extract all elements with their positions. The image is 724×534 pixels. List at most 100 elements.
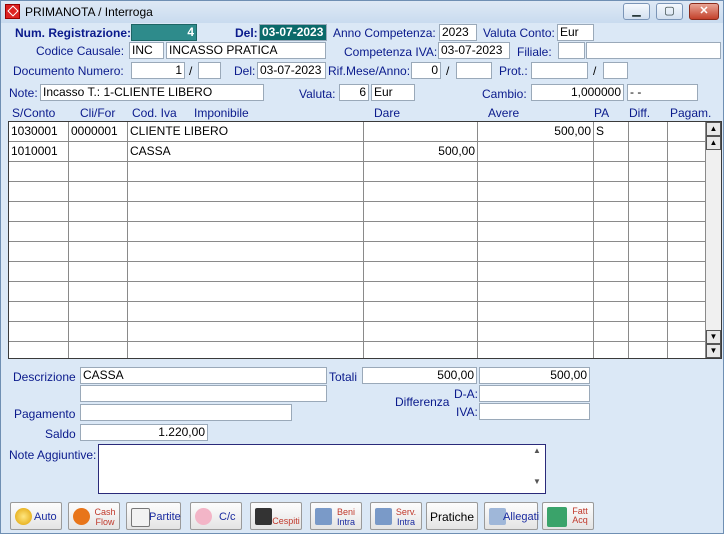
empty-cell[interactable]	[128, 242, 364, 261]
empty-cell[interactable]	[364, 202, 478, 221]
empty-cell[interactable]	[668, 342, 706, 358]
scroll-up-icon[interactable]: ▲	[706, 136, 721, 150]
scroll-down-icon[interactable]: ▼	[706, 330, 721, 344]
cell-codiva[interactable]: CASSA	[128, 142, 364, 161]
cell-clifor[interactable]: 0000001	[69, 122, 128, 141]
empty-cell[interactable]	[364, 242, 478, 261]
competenza-iva-field[interactable]: 03-07-2023	[438, 42, 510, 59]
cell-avere[interactable]	[478, 142, 594, 161]
empty-cell[interactable]	[668, 282, 706, 301]
empty-cell[interactable]	[478, 282, 594, 301]
table-row[interactable]: 1010001 CASSA 500,00	[9, 142, 706, 162]
descrizione-field[interactable]: CASSA	[80, 367, 327, 384]
documento-numero-field[interactable]: 1	[131, 62, 185, 79]
empty-cell[interactable]	[629, 302, 668, 321]
table-row[interactable]	[9, 282, 706, 302]
empty-cell[interactable]	[128, 322, 364, 341]
empty-cell[interactable]	[668, 222, 706, 241]
empty-cell[interactable]	[69, 342, 128, 358]
empty-cell[interactable]	[478, 322, 594, 341]
table-row[interactable]	[9, 162, 706, 182]
empty-cell[interactable]	[9, 162, 69, 181]
empty-cell[interactable]	[629, 182, 668, 201]
minimize-button[interactable]: ▁	[623, 3, 650, 20]
empty-cell[interactable]	[594, 202, 629, 221]
empty-cell[interactable]	[9, 182, 69, 201]
empty-cell[interactable]	[668, 162, 706, 181]
table-row[interactable]	[9, 302, 706, 322]
anno-competenza-field[interactable]: 2023	[439, 24, 477, 41]
table-row[interactable]	[9, 322, 706, 342]
cell-sconto[interactable]: 1030001	[9, 122, 69, 141]
empty-cell[interactable]	[128, 342, 364, 358]
pratiche-button[interactable]: Pratiche	[426, 502, 478, 530]
table-row[interactable]	[9, 182, 706, 202]
empty-cell[interactable]	[629, 282, 668, 301]
table-row[interactable]	[9, 202, 706, 222]
cell-pa[interactable]: S	[594, 122, 629, 141]
table-row[interactable]	[9, 262, 706, 282]
empty-cell[interactable]	[478, 342, 594, 358]
prot-suffix-field[interactable]	[603, 62, 628, 79]
empty-cell[interactable]	[128, 262, 364, 281]
serv-intra-button[interactable]: Serv. Intra	[370, 502, 422, 530]
note-field[interactable]: Incasso T.: 1-CLIENTE LIBERO	[40, 84, 264, 101]
empty-cell[interactable]	[594, 182, 629, 201]
empty-cell[interactable]	[594, 162, 629, 181]
empty-cell[interactable]	[364, 162, 478, 181]
cell-clifor[interactable]	[69, 142, 128, 161]
empty-cell[interactable]	[478, 242, 594, 261]
empty-cell[interactable]	[364, 302, 478, 321]
table-row[interactable]: 1030001 0000001 CLIENTE LIBERO 500,00 S	[9, 122, 706, 142]
empty-cell[interactable]	[69, 222, 128, 241]
empty-cell[interactable]	[364, 322, 478, 341]
prot-field[interactable]	[531, 62, 588, 79]
scroll-up-icon[interactable]: ▲	[530, 446, 544, 455]
scroll-down-icon[interactable]: ▼	[530, 477, 544, 486]
empty-cell[interactable]	[594, 302, 629, 321]
empty-cell[interactable]	[128, 162, 364, 181]
empty-cell[interactable]	[594, 322, 629, 341]
del-field[interactable]: 03-07-2023	[259, 24, 327, 41]
empty-cell[interactable]	[594, 282, 629, 301]
empty-cell[interactable]	[478, 202, 594, 221]
valuta-name-field[interactable]: Eur	[371, 84, 415, 101]
empty-cell[interactable]	[629, 262, 668, 281]
empty-cell[interactable]	[9, 222, 69, 241]
empty-cell[interactable]	[668, 182, 706, 201]
empty-cell[interactable]	[478, 162, 594, 181]
empty-cell[interactable]	[9, 242, 69, 261]
empty-cell[interactable]	[478, 302, 594, 321]
filiale-code-field[interactable]	[558, 42, 585, 59]
auto-button[interactable]: Auto	[10, 502, 62, 530]
empty-cell[interactable]	[668, 322, 706, 341]
valuta-conto-field[interactable]: Eur	[557, 24, 594, 41]
empty-cell[interactable]	[478, 182, 594, 201]
note-aggiuntive-field[interactable]: ▲ ▼	[98, 444, 546, 494]
empty-cell[interactable]	[629, 162, 668, 181]
cambio-field[interactable]: 1,000000	[531, 84, 624, 101]
journal-grid[interactable]: 1030001 0000001 CLIENTE LIBERO 500,00 S …	[8, 121, 722, 359]
cell-pa[interactable]	[594, 142, 629, 161]
empty-cell[interactable]	[364, 222, 478, 241]
filiale-desc-field[interactable]	[586, 42, 721, 59]
empty-cell[interactable]	[69, 302, 128, 321]
table-row[interactable]	[9, 342, 706, 358]
rif-anno-field[interactable]	[456, 62, 492, 79]
num-registrazione-field[interactable]: 4	[131, 24, 197, 41]
cell-pagam[interactable]	[668, 122, 706, 141]
cell-pagam[interactable]	[668, 142, 706, 161]
grid-scrollbar[interactable]: ▲ ▲ ▼ ▼	[705, 122, 721, 358]
empty-cell[interactable]	[668, 242, 706, 261]
empty-cell[interactable]	[9, 282, 69, 301]
cell-dare[interactable]	[364, 122, 478, 141]
empty-cell[interactable]	[594, 222, 629, 241]
cambio-extra-field[interactable]: - -	[627, 84, 698, 101]
empty-cell[interactable]	[69, 282, 128, 301]
cespiti-button[interactable]: Cespiti	[250, 502, 302, 530]
empty-cell[interactable]	[9, 302, 69, 321]
empty-cell[interactable]	[629, 222, 668, 241]
table-row[interactable]	[9, 222, 706, 242]
pagamento-field[interactable]	[80, 404, 292, 421]
empty-cell[interactable]	[364, 182, 478, 201]
